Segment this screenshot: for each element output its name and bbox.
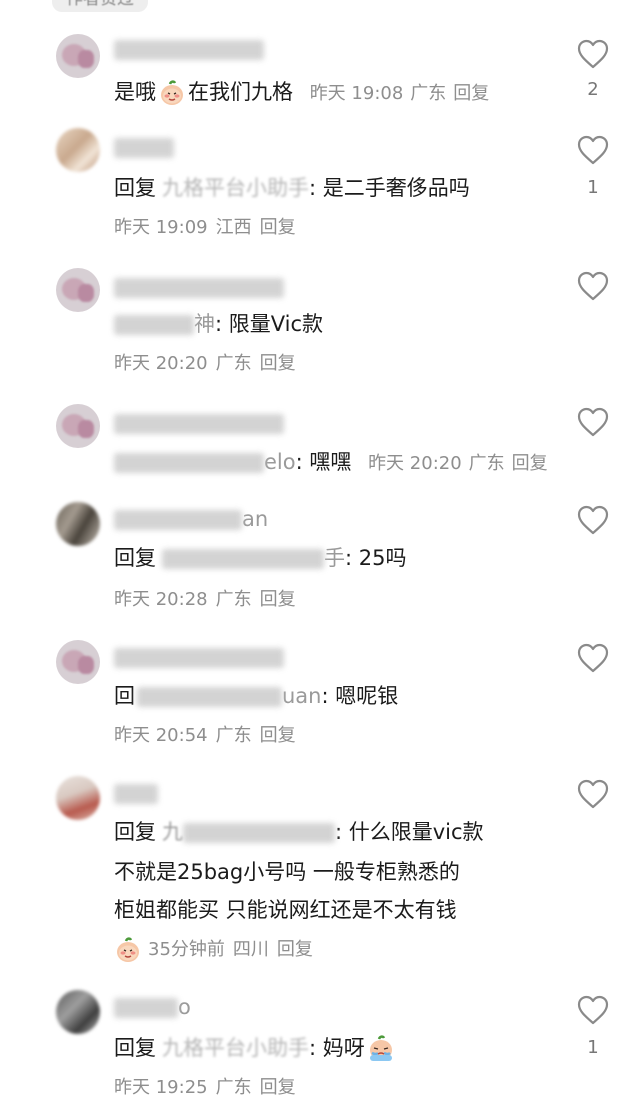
reply-link[interactable]: 回复 [453, 83, 489, 104]
comment-meta: 昨天 19:25 广东 回复 [114, 1077, 296, 1098]
comment-text: 是哦 在我们九格 昨天 19:08 广东 回复 [114, 76, 496, 108]
comment-meta: 昨天 20:20 广东 回复 [114, 353, 296, 374]
comment-text-line-3: 柜姐都能买 只能说网红还是不太有钱 [114, 898, 457, 922]
comment-meta: 昨天 20:20 广东 回复 [368, 453, 548, 474]
reply-prefix: 回复 [114, 176, 156, 200]
comment-text: 回复九: 什么限量vic款 [114, 820, 484, 844]
heart-outline-icon[interactable] [576, 642, 610, 674]
heart-outline-icon[interactable] [576, 994, 610, 1026]
avatar[interactable] [56, 990, 100, 1034]
username[interactable] [114, 778, 158, 808]
reply-prefix: 回复 [114, 1036, 156, 1060]
username[interactable] [114, 34, 264, 64]
reply-link[interactable]: 回复 [260, 725, 296, 746]
comment-meta: 昨天 19:09 江西 回复 [114, 217, 296, 238]
author-liked-label: 作者赞过 [66, 0, 134, 9]
avatar[interactable] [56, 128, 100, 172]
heart-outline-icon[interactable] [576, 134, 610, 166]
comment-text: 回复 九格平台小助手: 妈呀 [114, 1032, 397, 1064]
reply-target[interactable]: 九格平台小助手 [162, 1036, 309, 1060]
heart-outline-icon[interactable] [576, 38, 610, 70]
comment-meta: 35分钟前 四川 回复 [114, 936, 321, 964]
author-liked-badge: 作者赞过 [52, 0, 148, 12]
avatar[interactable] [56, 268, 100, 312]
comment-meta: 昨天 19:08 广东 回复 [309, 83, 490, 104]
heart-outline-icon[interactable] [576, 504, 610, 536]
comment-text: 神: 限量Vic款 [114, 308, 323, 340]
avatar[interactable] [56, 640, 100, 684]
avatar[interactable] [56, 404, 100, 448]
heart-outline-icon[interactable] [576, 406, 610, 438]
reply-prefix: 回 [114, 684, 135, 708]
reply-link[interactable]: 回复 [260, 1077, 296, 1098]
avatar[interactable] [56, 34, 100, 78]
username[interactable]: o [114, 992, 191, 1022]
peach-face-emoji-icon [158, 79, 186, 107]
reply-prefix: 回复 [114, 546, 156, 570]
reply-link[interactable]: 回复 [260, 353, 296, 374]
peach-crying-emoji-icon [367, 1035, 395, 1063]
comment-text: elo: 嘿嘿 昨天 20:20 广东 回复 [114, 446, 555, 478]
username[interactable] [114, 132, 174, 162]
comment-text-line-2: 不就是25bag小号吗 一般专柜熟悉的 [114, 860, 460, 884]
reply-target[interactable]: 九格平台小助手 [162, 176, 309, 200]
avatar[interactable] [56, 502, 100, 546]
username[interactable]: an [114, 504, 268, 534]
like-count: 1 [587, 1037, 599, 1058]
comment-text: 回复 九格平台小助手: 是二手奢侈品吗 [114, 176, 470, 200]
reply-link[interactable]: 回复 [260, 217, 296, 238]
like-count: 1 [587, 177, 599, 198]
avatar[interactable] [56, 776, 100, 820]
heart-outline-icon[interactable] [576, 778, 610, 810]
username[interactable] [114, 408, 284, 438]
reply-link[interactable]: 回复 [512, 453, 548, 474]
like-count: 2 [587, 79, 599, 100]
comment-meta: 昨天 20:28 广东 回复 [114, 589, 296, 610]
reply-prefix: 回复 [114, 820, 156, 844]
reply-link[interactable]: 回复 [260, 589, 296, 610]
comment-meta: 昨天 20:54 广东 回复 [114, 725, 296, 746]
username[interactable] [114, 642, 284, 672]
heart-outline-icon[interactable] [576, 270, 610, 302]
comment-text: 回 uan: 嗯呢银 [114, 684, 399, 708]
comment-text: 回复 手: 25吗 [114, 546, 407, 570]
reply-link[interactable]: 回复 [277, 939, 313, 960]
peach-face-emoji-icon [114, 936, 142, 964]
username[interactable] [114, 272, 284, 302]
